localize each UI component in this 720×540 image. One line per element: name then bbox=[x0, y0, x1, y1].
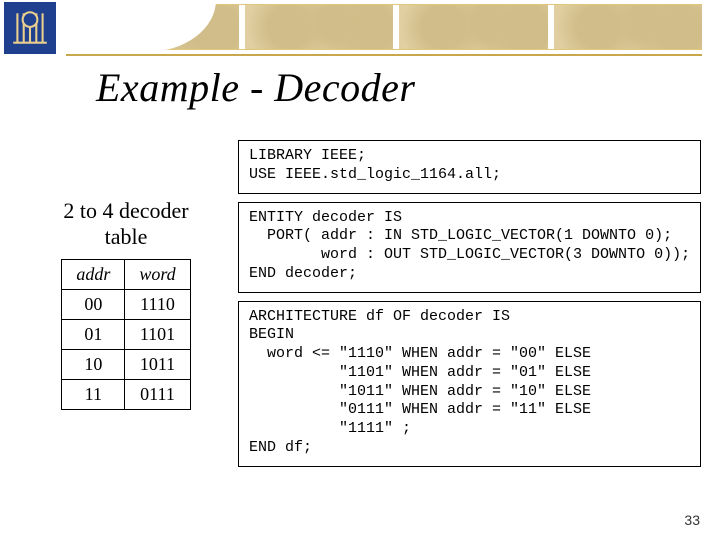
cell: 01 bbox=[62, 319, 125, 349]
table-caption: 2 to 4 decoder table bbox=[36, 198, 216, 251]
content-area: 2 to 4 decoder table addr word 00 1110 bbox=[36, 140, 694, 467]
caption-line2: table bbox=[105, 224, 148, 249]
cell: 1101 bbox=[125, 319, 190, 349]
caption-line1: 2 to 4 decoder bbox=[63, 198, 188, 223]
code-box-entity: ENTITY decoder IS PORT( addr : IN STD_LO… bbox=[238, 202, 701, 293]
th-word: word bbox=[125, 259, 190, 289]
table-row: 00 1110 bbox=[62, 289, 190, 319]
header-rule bbox=[66, 54, 702, 56]
header-band bbox=[0, 0, 720, 62]
world-map-segment bbox=[245, 5, 394, 49]
logo-icon bbox=[4, 2, 56, 54]
cell: 0111 bbox=[125, 379, 190, 409]
slide-title: Example - Decoder bbox=[96, 64, 415, 111]
cell: 10 bbox=[62, 349, 125, 379]
page-number: 33 bbox=[684, 512, 700, 528]
code-box-library: LIBRARY IEEE; USE IEEE.std_logic_1164.al… bbox=[238, 140, 701, 194]
cell: 1011 bbox=[125, 349, 190, 379]
code-box-architecture: ARCHITECTURE df OF decoder IS BEGIN word… bbox=[238, 301, 701, 467]
world-map-segment bbox=[399, 5, 548, 49]
cell: 1110 bbox=[125, 289, 190, 319]
world-map-segment bbox=[554, 5, 703, 49]
table-row: 10 1011 bbox=[62, 349, 190, 379]
slide: Example - Decoder 2 to 4 decoder table a… bbox=[0, 0, 720, 540]
cell: 00 bbox=[62, 289, 125, 319]
table-row: 11 0111 bbox=[62, 379, 190, 409]
right-column: LIBRARY IEEE; USE IEEE.std_logic_1164.al… bbox=[238, 140, 701, 467]
cell: 11 bbox=[62, 379, 125, 409]
th-addr: addr bbox=[62, 259, 125, 289]
truth-table: addr word 00 1110 01 1101 10 101 bbox=[61, 259, 190, 410]
left-column: 2 to 4 decoder table addr word 00 1110 bbox=[36, 140, 216, 467]
table-row: 01 1101 bbox=[62, 319, 190, 349]
